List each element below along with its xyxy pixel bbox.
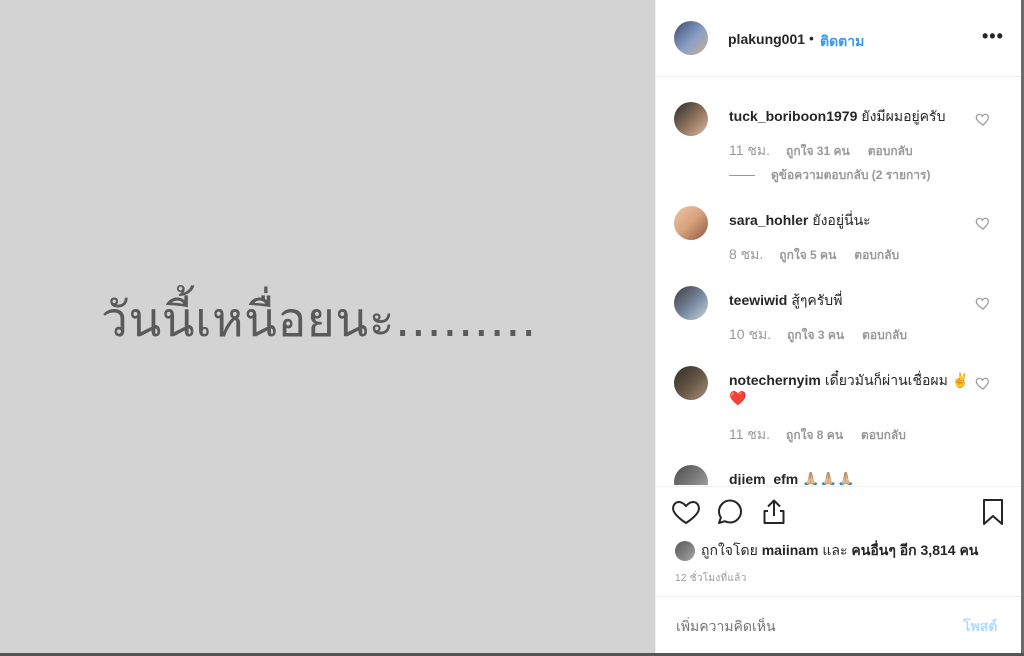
comment-time: 10 ชม.: [729, 326, 772, 342]
likes-prefix: ถูกใจโดย: [701, 542, 758, 558]
comment-text-block: notechernyim เดี๋ยวมันก็ผ่านเชื่อผม ✌️❤️: [729, 371, 974, 407]
post-comment-button[interactable]: โพสต์: [963, 616, 997, 638]
comment-icon[interactable]: [715, 497, 745, 527]
likes-summary: ถูกใจโดย maiinam และ คนอื่นๆ อีก 3,814 ค…: [675, 540, 978, 562]
more-options-icon[interactable]: •••: [982, 26, 1004, 47]
comments-list[interactable]: tuck_boriboon1979 ยังมีผมอยู่ครับ 11 ชม. ถ…: [656, 77, 1022, 485]
comment-meta: 10 ชม. ถูกใจ 3 คน ตอบกลับ: [729, 324, 925, 346]
comment-like-icon[interactable]: [975, 111, 991, 127]
likes-and: และ: [822, 542, 848, 558]
heart-icon[interactable]: [671, 497, 701, 527]
reply-button[interactable]: ตอบกลับ: [861, 428, 906, 442]
post-timestamp: 12 ชั่วโมงที่แล้ว: [675, 573, 747, 584]
commenter-username[interactable]: sara_hohler: [729, 212, 808, 228]
post-side-panel: plakung001 • ติดตาม ••• tuck_boriboon197…: [655, 0, 1022, 653]
commenter-username[interactable]: tuck_boriboon1979: [729, 108, 857, 124]
comment-likes[interactable]: ถูกใจ 5 คน: [779, 248, 836, 262]
comment-time: 11 ชม.: [729, 426, 771, 442]
comment-text: ยังมีผมอยู่ครับ: [861, 108, 946, 124]
comment-likes[interactable]: ถูกใจ 31 คน: [786, 144, 850, 158]
replies-divider: [729, 175, 755, 177]
comment-meta: 11 ชม. ถูกใจ 8 คน ตอบกลับ: [729, 424, 924, 446]
comment-meta: 11 ชม. ถูกใจ 31 คน ตอบกลับ: [729, 140, 931, 162]
commenter-avatar[interactable]: [674, 366, 708, 400]
bookmark-icon[interactable]: [978, 497, 1008, 527]
comment-text: สู้ๆครับพี่: [791, 292, 843, 308]
author-username[interactable]: plakung001: [728, 31, 805, 47]
post-header: plakung001 • ติดตาม •••: [656, 0, 1022, 77]
comment-like-icon[interactable]: [975, 375, 991, 391]
comment-text: 🙏🏼🙏🏼🙏🏼: [802, 471, 855, 485]
post-image-text: วันนี้เหนื่อยนะ.........: [101, 292, 537, 348]
comment-input[interactable]: [674, 617, 859, 635]
add-comment-bar: โพสต์: [656, 596, 1022, 654]
commenter-username[interactable]: notechernyim: [729, 372, 821, 388]
commenter-username[interactable]: teewiwid: [729, 292, 787, 308]
comment-text: ยังอยู่นี่นะ: [812, 212, 871, 228]
comment-likes[interactable]: ถูกใจ 3 คน: [787, 328, 844, 342]
comment-text-block: teewiwid สู้ๆครับพี่: [729, 291, 974, 309]
liker-username[interactable]: maiinam: [762, 542, 819, 558]
comment-like-icon[interactable]: [975, 295, 991, 311]
post-image[interactable]: วันนี้เหนื่อยนะ.........: [0, 0, 655, 656]
comment-time: 11 ชม.: [729, 142, 771, 158]
comment-text-block: tuck_boriboon1979 ยังมีผมอยู่ครับ: [729, 107, 974, 125]
share-icon[interactable]: [759, 497, 789, 527]
liker-avatar[interactable]: [675, 541, 695, 562]
commenter-avatar[interactable]: [674, 102, 708, 136]
post-actions: ถูกใจโดย maiinam และ คนอื่นๆ อีก 3,814 ค…: [656, 486, 1022, 597]
reply-button[interactable]: ตอบกลับ: [862, 328, 907, 342]
comment-time: 8 ชม.: [729, 246, 764, 262]
author-avatar[interactable]: [674, 21, 708, 55]
comment-like-icon[interactable]: [975, 215, 991, 231]
commenter-avatar[interactable]: [674, 286, 708, 320]
view-replies-label: ดูข้อความตอบกลับ (2 รายการ): [771, 168, 931, 182]
comment-meta: 8 ชม. ถูกใจ 5 คน ตอบกลับ: [729, 244, 917, 266]
header-separator: •: [809, 30, 814, 46]
commenter-avatar[interactable]: [674, 465, 708, 485]
comment-text-block: sara_hohler ยังอยู่นี่นะ: [729, 211, 974, 229]
reply-button[interactable]: ตอบกลับ: [868, 144, 913, 158]
commenter-avatar[interactable]: [674, 206, 708, 240]
view-replies-button[interactable]: ดูข้อความตอบกลับ (2 รายการ): [729, 166, 930, 185]
commenter-username[interactable]: djiem_efm: [729, 471, 798, 485]
comment-likes[interactable]: ถูกใจ 8 คน: [786, 428, 843, 442]
reply-button[interactable]: ตอบกลับ: [854, 248, 899, 262]
likes-others-link[interactable]: คนอื่นๆ อีก 3,814 คน: [851, 542, 978, 558]
comment-text-block: djiem_efm 🙏🏼🙏🏼🙏🏼: [729, 470, 974, 485]
follow-button[interactable]: ติดตาม: [820, 31, 864, 53]
